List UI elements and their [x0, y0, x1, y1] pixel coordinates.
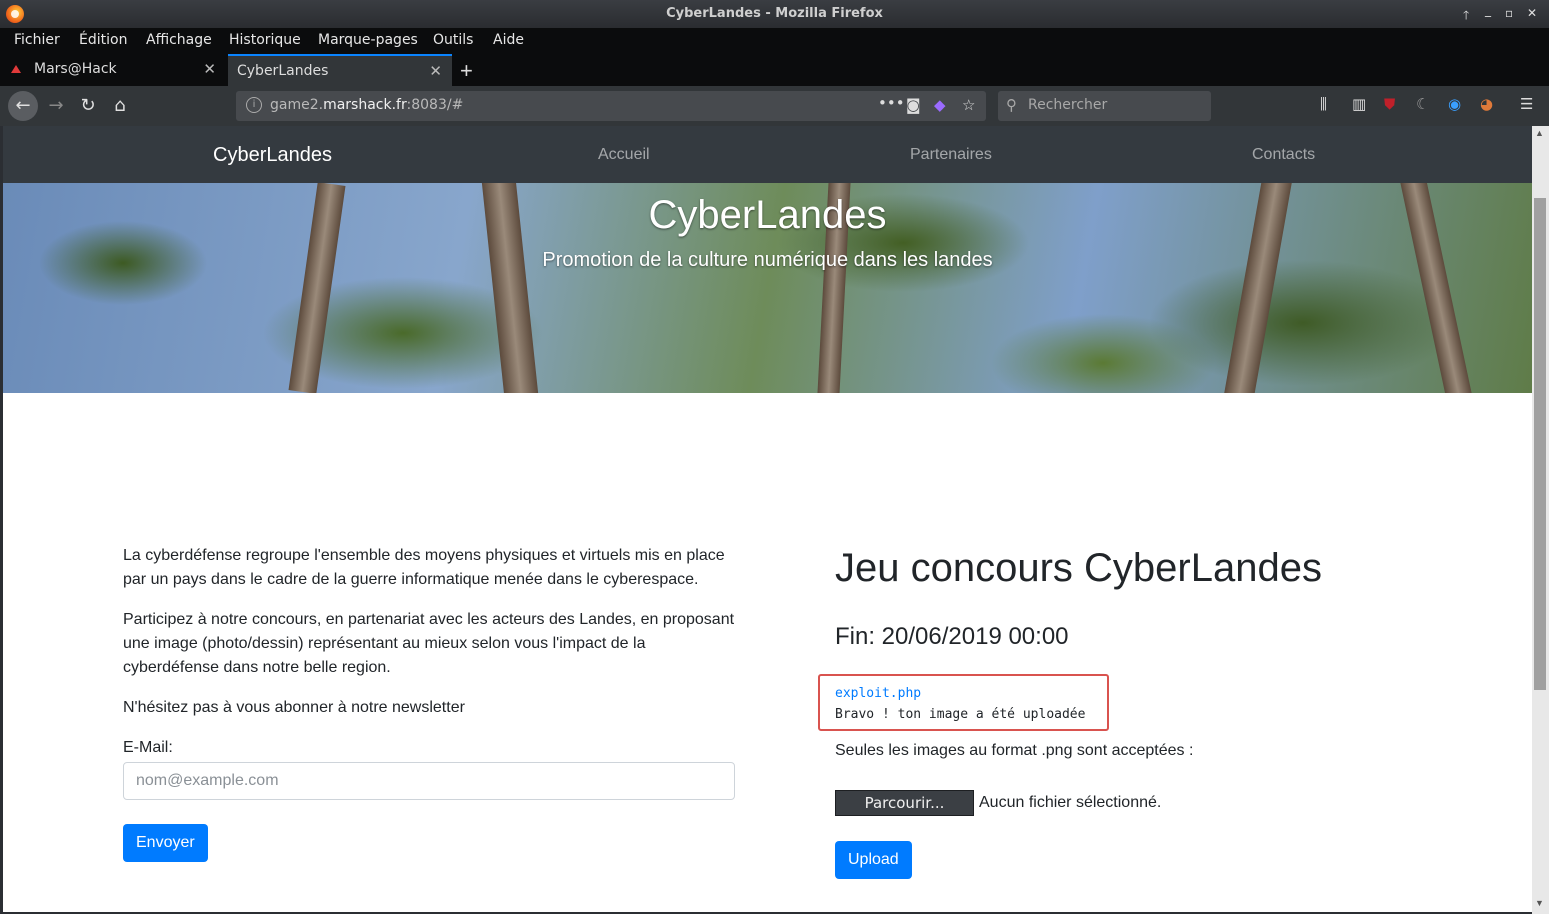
hero-banner: CyberLandes Promotion de la culture numé… [3, 183, 1532, 393]
scroll-up-icon[interactable]: ▲ [1535, 128, 1544, 138]
nav-link-partenaires[interactable]: Partenaires [910, 146, 992, 164]
search-input[interactable] [1028, 97, 1198, 113]
menu-edition[interactable]: Édition [79, 32, 127, 48]
back-button[interactable]: ← [8, 91, 38, 121]
keep-above-icon[interactable]: 🡑 [1463, 6, 1469, 27]
page-actions-icon[interactable]: ••• [878, 94, 905, 112]
menu-marque-pages[interactable]: Marque-pages [318, 32, 418, 48]
menu-affichage[interactable]: Affichage [146, 32, 212, 48]
window-title: CyberLandes - Mozilla Firefox [666, 6, 883, 21]
ublock-icon[interactable]: ⛊ [1384, 95, 1395, 113]
search-bar[interactable]: ⚲ [998, 91, 1211, 121]
tab-label: CyberLandes [237, 63, 329, 79]
send-button[interactable]: Envoyer [123, 824, 208, 862]
nav-link-contacts[interactable]: Contacts [1252, 146, 1315, 164]
tab-marshack[interactable]: Mars@Hack ✕ [0, 54, 226, 86]
scrollbar-thumb[interactable] [1534, 198, 1546, 690]
browse-file-button[interactable]: Parcourir... [835, 790, 974, 816]
sidebar-icon[interactable]: ▥ [1352, 95, 1366, 113]
extension-cat-icon[interactable]: ☾ [1416, 95, 1429, 113]
contest-paragraph: Participez à notre concours, en partenar… [123, 611, 735, 676]
menu-outils[interactable]: Outils [433, 32, 473, 48]
extension-ring-icon[interactable]: ◉ [1448, 95, 1461, 113]
upload-success-message: Bravo ! ton image a été uploadée [835, 707, 1086, 722]
marshack-favicon-icon [11, 65, 21, 73]
url-text[interactable]: game2.marshack.fr:8083/# [270, 97, 463, 113]
hamburger-menu-icon[interactable]: ☰ [1520, 95, 1533, 113]
menu-historique[interactable]: Historique [229, 32, 301, 48]
maximize-icon[interactable]: ▫ [1505, 6, 1513, 20]
menu-aide[interactable]: Aide [493, 32, 524, 48]
newsletter-column: La cyberdéfense regroupe l'ensemble des … [123, 544, 735, 862]
intro-paragraph: La cyberdéfense regroupe l'ensemble des … [123, 547, 725, 588]
newsletter-paragraph: N'hésitez pas à vous abonner à notre new… [123, 699, 465, 716]
window-titlebar: CyberLandes - Mozilla Firefox 🡑 _ ▫ ✕ [0, 0, 1549, 28]
contest-title: Jeu concours CyberLandes [835, 546, 1322, 590]
library-icon[interactable]: ⫼ [1320, 95, 1327, 113]
site-navbar: CyberLandes Accueil Partenaires Contacts [3, 126, 1532, 183]
close-tab-icon[interactable]: ✕ [429, 62, 442, 80]
accepted-format-text: Seules les images au format .png sont ac… [835, 742, 1194, 759]
email-label: E-Mail: [123, 739, 173, 756]
menu-bar: Fichier Édition Affichage Historique Mar… [0, 28, 1549, 54]
site-brand[interactable]: CyberLandes [213, 144, 332, 167]
nav-link-accueil[interactable]: Accueil [598, 146, 650, 164]
minimize-icon[interactable]: _ [1485, 3, 1491, 17]
upload-button[interactable]: Upload [835, 841, 912, 879]
hero-subtitle: Promotion de la culture numérique dans l… [542, 249, 993, 271]
nav-toolbar: ← → ↻ ⌂ i game2.marshack.fr:8083/# ••• ◙… [0, 86, 1549, 126]
reload-button[interactable]: ↻ [74, 92, 102, 120]
hero-title: CyberLandes [648, 193, 887, 237]
close-window-icon[interactable]: ✕ [1527, 6, 1537, 20]
contest-deadline: Fin: 20/06/2019 00:00 [835, 623, 1069, 650]
tab-label: Mars@Hack [34, 61, 117, 77]
menu-fichier[interactable]: Fichier [14, 32, 60, 48]
page-content: CyberLandes Accueil Partenaires Contacts… [3, 126, 1532, 912]
no-file-selected-text: Aucun fichier sélectionné. [979, 794, 1162, 811]
close-tab-icon[interactable]: ✕ [203, 60, 216, 78]
new-tab-button[interactable]: + [460, 58, 473, 84]
scroll-down-icon[interactable]: ▼ [1535, 898, 1544, 908]
uploaded-file-link[interactable]: exploit.php [835, 686, 921, 701]
email-field[interactable] [123, 762, 735, 800]
search-icon: ⚲ [1006, 96, 1017, 114]
forward-button[interactable]: → [42, 92, 70, 120]
site-info-icon[interactable]: i [246, 97, 262, 113]
extension-palette-icon[interactable]: ◕ [1480, 95, 1493, 113]
home-button[interactable]: ⌂ [106, 92, 134, 120]
tab-cyberlandes[interactable]: CyberLandes ✕ [228, 54, 452, 86]
url-bar[interactable]: i game2.marshack.fr:8083/# ••• ◙ ◆ ☆ [236, 91, 986, 121]
tab-bar: Mars@Hack ✕ CyberLandes ✕ [0, 54, 1549, 86]
pocket-icon[interactable]: ◙ [906, 96, 921, 114]
bookmark-star-icon[interactable]: ☆ [962, 96, 975, 114]
extension-icon[interactable]: ◆ [934, 96, 946, 114]
upload-result-box: exploit.php Bravo ! ton image a été uplo… [818, 674, 1109, 731]
page-scrollbar[interactable]: ▲ ▼ [1532, 126, 1549, 914]
